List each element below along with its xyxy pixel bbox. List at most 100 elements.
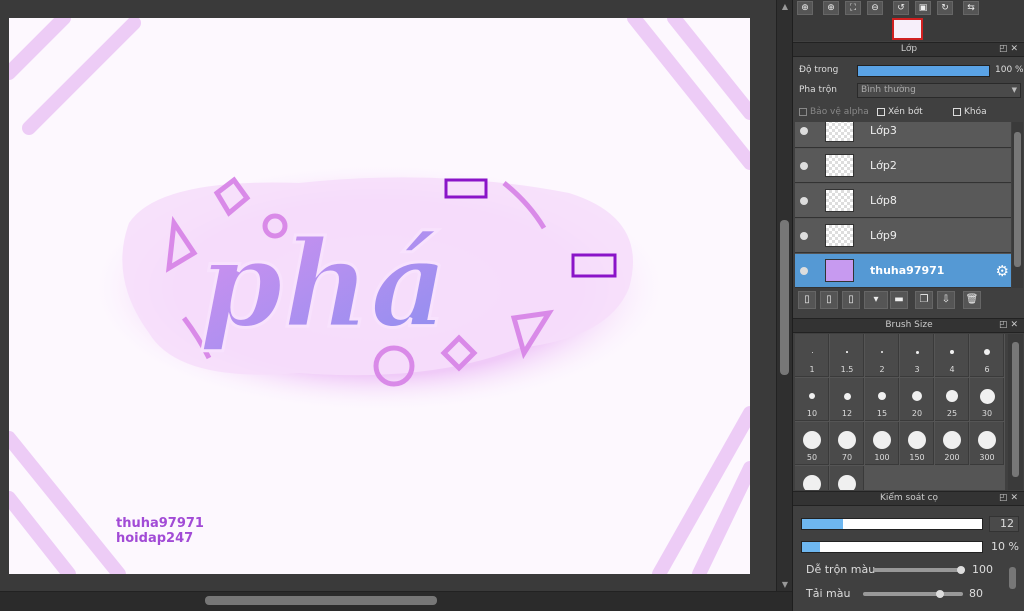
slider-knob[interactable] <box>957 566 965 574</box>
brush-size-label: 2 <box>879 365 885 374</box>
panel-title-text: Lớp <box>900 44 918 54</box>
brush-size-cell[interactable]: 6 <box>970 334 1004 377</box>
brush-size-dot <box>915 350 919 354</box>
scrollbar-thumb[interactable] <box>205 596 437 605</box>
visibility-icon[interactable] <box>800 197 808 205</box>
clipping-checkbox[interactable]: Xén bớt <box>877 107 923 117</box>
layer-list-scrollbar[interactable] <box>1012 122 1023 288</box>
brush-size-cell[interactable]: 3 <box>900 334 934 377</box>
brush-size-cell[interactable]: 150 <box>900 422 934 465</box>
brush-size-dot <box>803 431 821 449</box>
layer-row-selected[interactable]: thuha97971 ⚙ <box>795 254 1011 288</box>
slider-knob[interactable] <box>935 590 944 598</box>
canvas-vertical-scrollbar[interactable]: ▲ ▼ <box>776 0 792 593</box>
navigator-toolbar: ⊕ ⊕ ⛶ ⊖ ↺ ▣ ↻ ⇆ <box>793 0 1024 17</box>
panel-float-close-icon[interactable]: ◰✕ <box>999 319 1021 332</box>
brush-size-label: 4 <box>949 365 955 374</box>
trash-icon[interactable]: 🗑 <box>963 291 981 309</box>
brush-size-dot <box>943 431 961 449</box>
brush-size-cell[interactable]: 20 <box>900 378 934 421</box>
layer-row[interactable]: Lớp8 <box>795 184 1011 218</box>
brush-size-cell[interactable]: 12 <box>830 378 864 421</box>
duplicate-layer-icon[interactable]: ❐ <box>915 291 933 309</box>
canvas-horizontal-scrollbar[interactable] <box>0 591 792 611</box>
slider-fill <box>802 542 820 552</box>
actual-size-icon[interactable]: ▣ <box>915 1 931 15</box>
brush-control-scrollbar[interactable] <box>1008 557 1018 607</box>
layer-row[interactable]: Lớp9 <box>795 219 1011 253</box>
layer-row[interactable]: Lớp2 <box>795 149 1011 183</box>
scrollbar-thumb[interactable] <box>780 220 789 375</box>
brush-size-label: 1 <box>809 365 815 374</box>
drawing-canvas[interactable]: phá thuha97971 hoidap247 <box>9 18 750 574</box>
visibility-icon[interactable] <box>800 127 808 135</box>
opacity-label: Độ trong <box>799 65 839 75</box>
blend-amount-slider[interactable] <box>873 568 965 572</box>
rotate-left-icon[interactable]: ↺ <box>893 1 909 15</box>
blend-mode-select[interactable]: Bình thường ▼ <box>857 83 1021 98</box>
paint-load-slider[interactable] <box>863 592 963 596</box>
lock-checkbox[interactable]: Khóa <box>953 107 987 117</box>
brush-size-dot <box>912 391 922 401</box>
brush-size-label: 3 <box>914 365 920 374</box>
artwork-illustration: phá <box>9 18 750 574</box>
scrollbar-thumb[interactable] <box>1014 132 1021 267</box>
gear-icon[interactable]: ⚙ <box>996 262 1009 280</box>
brush-size-cell[interactable] <box>830 466 864 490</box>
scroll-up-icon[interactable]: ▲ <box>780 2 790 12</box>
merge-down-icon[interactable]: ⇩ <box>937 291 955 309</box>
brush-opacity-slider[interactable] <box>801 541 983 553</box>
panel-float-close-icon[interactable]: ◰✕ <box>999 43 1021 56</box>
folder-icon[interactable]: ▬ <box>890 291 908 309</box>
brush-size-cell[interactable]: 70 <box>830 422 864 465</box>
fit-window-icon[interactable]: ⛶ <box>845 1 861 15</box>
brush-size-cell[interactable]: 200 <box>935 422 969 465</box>
brush-size-slider[interactable] <box>801 518 983 530</box>
brush-size-cell[interactable]: 10 <box>795 378 829 421</box>
brush-size-grid[interactable]: 1 1.5 2 3 4 6 10 12 15 20 25 30 50 70 100 150 200 300 <box>795 334 1005 490</box>
visibility-icon[interactable] <box>800 267 808 275</box>
brush-size-value[interactable]: 12 <box>989 516 1019 532</box>
scrollbar-thumb[interactable] <box>1012 342 1019 477</box>
brush-size-cell[interactable]: 15 <box>865 378 899 421</box>
layer-list[interactable]: Lớp3 Lớp2 Lớp8 Lớp9 thuha97971 ⚙ <box>795 122 1011 288</box>
brush-size-dot <box>946 390 958 402</box>
brush-size-dot <box>908 431 926 449</box>
new-1bit-layer-icon[interactable]: ▯ <box>842 291 860 309</box>
zoom-in-icon[interactable]: ⊕ <box>823 1 839 15</box>
brush-size-cell[interactable]: 1 <box>795 334 829 377</box>
navigator-viewport[interactable] <box>892 18 923 40</box>
rotate-right-icon[interactable]: ↻ <box>937 1 953 15</box>
layer-row[interactable]: Lớp3 <box>795 122 1011 148</box>
brush-size-cell[interactable]: 50 <box>795 422 829 465</box>
brush-size-cell[interactable]: 1.5 <box>830 334 864 377</box>
scrollbar-thumb[interactable] <box>1009 567 1016 589</box>
brush-size-cell[interactable]: 30 <box>970 378 1004 421</box>
new-special-layer-icon[interactable]: ▾ <box>864 291 888 309</box>
flip-icon[interactable]: ⇆ <box>963 1 979 15</box>
visibility-icon[interactable] <box>800 162 808 170</box>
panel-float-close-icon[interactable]: ◰✕ <box>999 492 1021 505</box>
zoom-out-icon[interactable]: ⊖ <box>867 1 883 15</box>
blend-label: Pha trộn <box>799 85 837 95</box>
brush-size-label: 10 <box>806 409 818 418</box>
canvas-workspace[interactable]: phá thuha97971 hoidap247 <box>0 0 777 611</box>
brush-size-cell[interactable]: 2 <box>865 334 899 377</box>
brush-size-label: 12 <box>841 409 853 418</box>
visibility-icon[interactable] <box>800 232 808 240</box>
protect-alpha-checkbox[interactable]: Bảo vệ alpha <box>799 107 869 117</box>
brush-size-cell[interactable]: 4 <box>935 334 969 377</box>
navigator-preview[interactable] <box>793 17 1024 41</box>
brush-size-label: 15 <box>876 409 888 418</box>
brush-size-cell[interactable]: 25 <box>935 378 969 421</box>
brush-size-dot <box>809 393 815 399</box>
brush-size-cell[interactable]: 100 <box>865 422 899 465</box>
brush-size-cell[interactable]: 300 <box>970 422 1004 465</box>
scroll-down-icon[interactable]: ▼ <box>780 580 790 590</box>
new-8bit-layer-icon[interactable]: ▯ <box>820 291 838 309</box>
zoom-fit-icon[interactable]: ⊕ <box>797 1 813 15</box>
brush-size-cell[interactable] <box>795 466 829 490</box>
layer-opacity-slider[interactable] <box>857 65 990 77</box>
new-layer-icon[interactable]: ▯ <box>798 291 816 309</box>
brush-size-scrollbar[interactable] <box>1008 334 1023 490</box>
